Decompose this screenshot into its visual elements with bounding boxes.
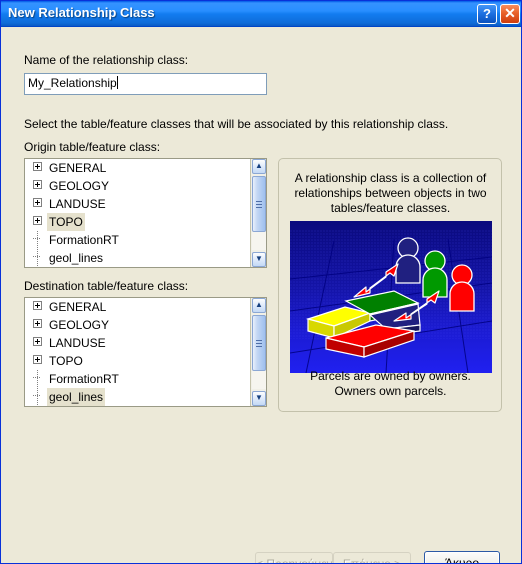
cancel-button-label: Άκυρο — [444, 556, 480, 564]
scroll-down-glyph: ▼ — [255, 254, 263, 263]
scroll-up-icon[interactable]: ▲ — [252, 298, 266, 313]
tree-item[interactable]: LANDUSE — [25, 195, 251, 213]
scroll-up-glyph: ▲ — [255, 161, 263, 170]
info-caption-line2: Owners own parcels. — [334, 384, 447, 398]
tree-item-label: geol_lines — [49, 251, 104, 265]
tree-item-label: GEOLOGY — [49, 318, 110, 332]
expand-plus-icon[interactable] — [33, 355, 42, 364]
expand-plus-icon[interactable] — [33, 337, 42, 346]
tree-item[interactable]: geol_lines — [25, 249, 251, 267]
scroll-down-icon[interactable]: ▼ — [252, 391, 266, 406]
tree-item-label: geol_lines — [47, 388, 106, 406]
help-icon[interactable]: ? — [477, 4, 497, 24]
back-button[interactable]: < Προηγούμενο — [255, 552, 339, 564]
destination-tree-listbox[interactable]: GENERAL GEOLOGY LANDUSE TOPO FormationRT geol… — [24, 297, 267, 407]
scroll-up-icon[interactable]: ▲ — [252, 159, 266, 174]
origin-tree-listbox[interactable]: GENERAL GEOLOGY LANDUSE TOPO FormationRT geol… — [24, 158, 267, 268]
tree-item-label: TOPO — [47, 213, 85, 231]
scroll-grip-icon — [256, 201, 262, 208]
destination-scrollbar[interactable]: ▲ ▼ — [250, 298, 266, 406]
tree-item[interactable]: GEOLOGY — [25, 316, 251, 334]
parcels-owners-relationship-illustration — [290, 221, 492, 373]
scroll-track[interactable] — [252, 371, 266, 389]
expand-plus-icon[interactable] — [33, 319, 42, 328]
expand-plus-icon[interactable] — [33, 198, 42, 207]
tree-item-label: FormationRT — [49, 372, 119, 386]
origin-scrollbar[interactable]: ▲ ▼ — [250, 159, 266, 267]
tree-item[interactable]: GEOLOGY — [25, 177, 251, 195]
back-button-accel: Π — [266, 557, 276, 564]
tree-leaf-icon — [33, 391, 42, 400]
cancel-button[interactable]: Άκυρο — [424, 551, 500, 564]
tree-item[interactable]: FormationRT — [25, 370, 251, 388]
expand-plus-icon[interactable] — [33, 162, 42, 171]
tree-item-label: GEOLOGY — [49, 179, 110, 193]
titlebar[interactable]: New Relationship Class ? ✕ — [1, 1, 521, 27]
tree-item[interactable]: GENERAL — [25, 159, 251, 177]
back-button-prefix: < — [256, 557, 267, 564]
tree-item-label: LANDUSE — [49, 197, 106, 211]
scroll-thumb[interactable] — [252, 315, 266, 371]
close-icon[interactable]: ✕ — [500, 4, 520, 24]
name-label: Name of the relationship class: — [24, 53, 189, 67]
back-button-label: ροηγούμενο — [275, 557, 340, 564]
destination-label: Destination table/feature class: — [24, 279, 189, 293]
instruction-text: Select the table/feature classes that wi… — [24, 117, 449, 131]
info-caption: Parcels are owned by owners. Owners own … — [289, 369, 492, 399]
expand-plus-icon[interactable] — [33, 301, 42, 310]
tree-item-label: FormationRT — [49, 233, 119, 247]
tree-item[interactable]: LANDUSE — [25, 334, 251, 352]
tree-item[interactable]: TOPO — [25, 213, 251, 231]
tree-leaf-icon — [33, 373, 42, 382]
tree-item[interactable]: GENERAL — [25, 298, 251, 316]
tree-item-label: GENERAL — [49, 300, 107, 314]
tree-leaf-icon — [33, 252, 42, 261]
info-description: A relationship class is a collection of … — [294, 171, 487, 215]
scroll-track[interactable] — [252, 232, 266, 250]
scroll-down-icon[interactable]: ▼ — [252, 252, 266, 267]
relationship-name-value: My_Relationship — [28, 76, 117, 90]
origin-tree[interactable]: GENERAL GEOLOGY LANDUSE TOPO FormationRT geol… — [25, 159, 251, 267]
tree-item[interactable]: geol_lines — [25, 388, 251, 406]
next-button-label: πόμενο — [350, 557, 391, 564]
destination-tree[interactable]: GENERAL GEOLOGY LANDUSE TOPO FormationRT geol… — [25, 298, 251, 406]
next-button-accel: Ε — [342, 557, 351, 564]
info-panel: A relationship class is a collection of … — [278, 158, 502, 412]
scroll-up-glyph: ▲ — [255, 300, 263, 309]
tree-item-label: LANDUSE — [49, 336, 106, 350]
dialog-client-area: Name of the relationship class: My_Relat… — [1, 27, 521, 564]
tree-item[interactable]: TOPO — [25, 352, 251, 370]
tree-item-label: GENERAL — [49, 161, 107, 175]
expand-plus-icon[interactable] — [33, 180, 42, 189]
relationship-name-input[interactable]: My_Relationship — [24, 73, 267, 95]
origin-label: Origin table/feature class: — [24, 140, 161, 154]
scroll-grip-icon — [256, 340, 262, 347]
new-relationship-class-dialog: New Relationship Class ? ✕ Name of the r… — [0, 0, 522, 564]
scroll-thumb[interactable] — [252, 176, 266, 232]
expand-plus-icon[interactable] — [33, 216, 42, 225]
text-caret — [116, 76, 118, 89]
close-glyph: ✕ — [504, 5, 516, 21]
tree-item-label: TOPO — [49, 354, 83, 368]
tree-leaf-icon — [33, 234, 42, 243]
help-glyph: ? — [483, 6, 491, 21]
next-button[interactable]: Επόμενο > — [333, 552, 411, 564]
tree-item[interactable]: FormationRT — [25, 231, 251, 249]
scroll-down-glyph: ▼ — [255, 393, 263, 402]
window-title: New Relationship Class — [8, 5, 155, 20]
info-caption-line1: Parcels are owned by owners. — [310, 369, 471, 383]
next-button-suffix: > — [390, 557, 402, 564]
